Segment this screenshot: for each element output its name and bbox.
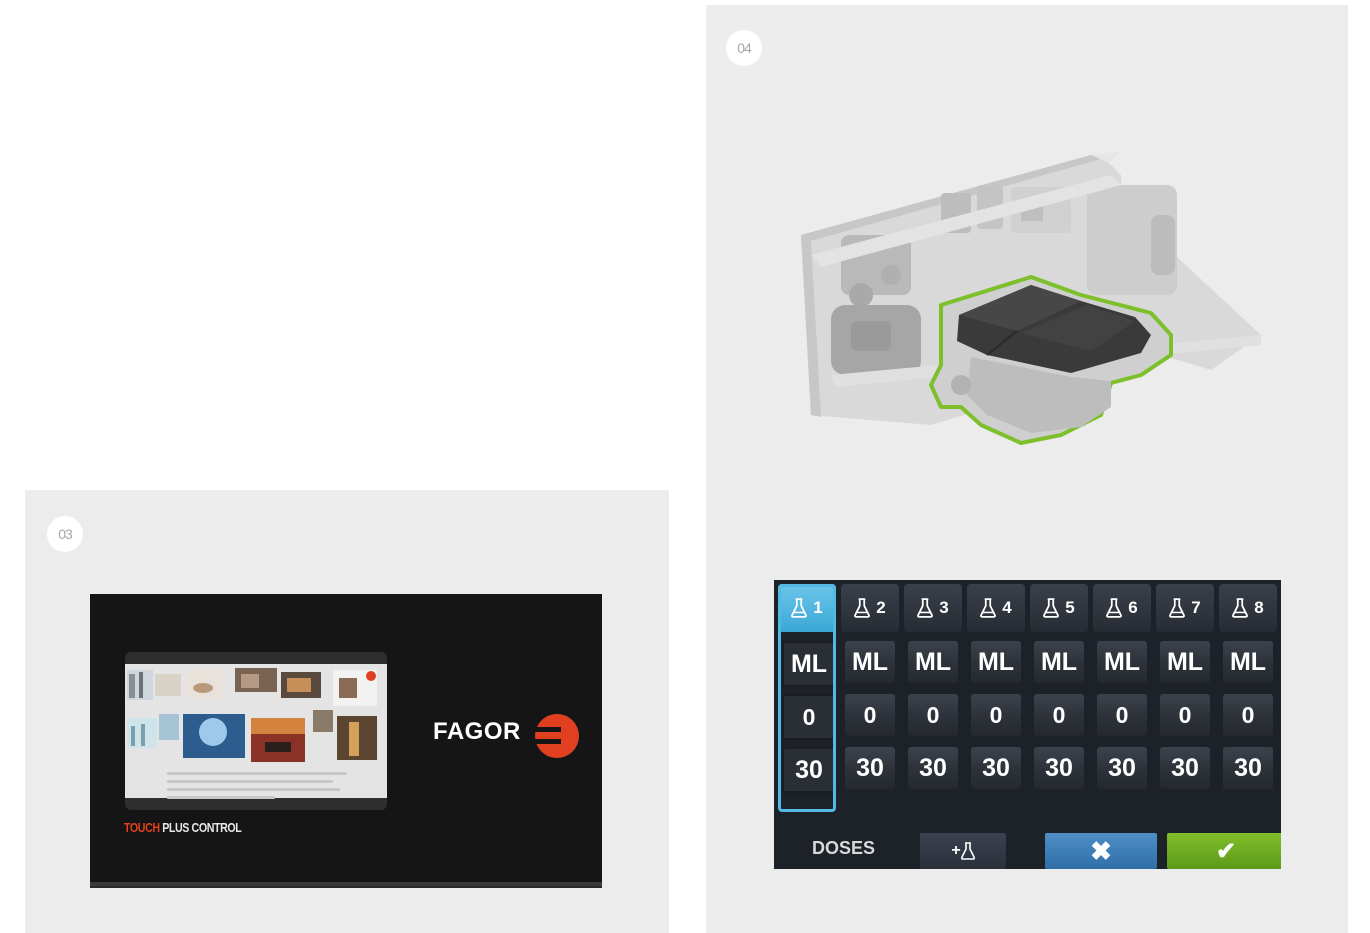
doses-label: DOSES [812, 838, 876, 858]
value-cell-a[interactable]: 0 [1223, 694, 1273, 736]
product-subtitle: TOUCH PLUS CONTROL [124, 820, 242, 835]
dose-column-header[interactable]: 2 [841, 584, 899, 632]
value-cell-b[interactable]: 30 [845, 747, 895, 789]
step-badge-04: 04 [726, 30, 762, 66]
dose-column-7[interactable]: 7 ML 0 30 [1156, 584, 1216, 812]
add-label: + [951, 842, 961, 859]
value-cell-a[interactable]: 0 [1097, 694, 1147, 736]
screen-preview-image [125, 652, 387, 810]
step-badge-03: 03 [47, 516, 83, 552]
dose-column-header[interactable]: 6 [1093, 584, 1151, 632]
flask-icon [1169, 598, 1186, 618]
subtitle-touch: TOUCH [124, 820, 160, 835]
fagor-logo-icon [533, 714, 579, 758]
control-screen: FAGOR TOUCH PLUS CONTROL [90, 594, 602, 886]
value-cell-a[interactable]: 0 [782, 694, 836, 740]
flask-icon [791, 598, 808, 618]
value-cell-b[interactable]: 30 [1097, 747, 1147, 789]
unit-cell[interactable]: ML [1097, 641, 1147, 683]
unit-cell[interactable]: ML [845, 641, 895, 683]
dose-column-4[interactable]: 4 ML 0 30 [967, 584, 1027, 812]
value-cell-b[interactable]: 30 [908, 747, 958, 789]
value-cell-b[interactable]: 30 [782, 747, 836, 793]
flask-icon [854, 598, 871, 618]
dose-column-header[interactable]: 7 [1156, 584, 1214, 632]
flask-icon [1106, 598, 1123, 618]
screen-bottom-edge [90, 882, 602, 886]
dose-column-5[interactable]: 5 ML 0 30 [1030, 584, 1090, 812]
cancel-button[interactable]: ✖ [1045, 833, 1157, 869]
flask-icon [960, 842, 975, 860]
column-number: 6 [1128, 598, 1138, 617]
panel-03: 03 FAGOR TOUCH PLUS CONTROL [25, 490, 669, 933]
panel-04: 04 1 ML 0 30 2 ML 0 30 3 ML 0 30 4 ML 0 30 5 ML [706, 5, 1348, 933]
dose-column-6[interactable]: 6 ML 0 30 [1093, 584, 1153, 812]
column-number: 3 [939, 598, 949, 617]
dose-column-3[interactable]: 3 ML 0 30 [904, 584, 964, 812]
close-icon: ✖ [1090, 835, 1112, 866]
add-dose-button[interactable]: + [920, 833, 1006, 869]
column-number: 4 [1002, 598, 1012, 617]
flask-icon [980, 598, 997, 618]
dose-column-8[interactable]: 8 ML 0 30 [1219, 584, 1279, 812]
flask-icon [1043, 598, 1060, 618]
dose-column-header[interactable]: 4 [967, 584, 1025, 632]
dose-column-1[interactable]: 1 ML 0 30 [778, 584, 838, 812]
dose-column-header[interactable]: 8 [1219, 584, 1277, 632]
column-number: 2 [876, 598, 886, 617]
dose-column-2[interactable]: 2 ML 0 30 [841, 584, 901, 812]
unit-cell[interactable]: ML [782, 641, 836, 687]
fagor-logo-text: FAGOR [433, 718, 521, 745]
caption-text-lines [167, 772, 347, 804]
detergent-module-illustration [801, 151, 1261, 445]
doses-control-panel: 1 ML 0 30 2 ML 0 30 3 ML 0 30 4 ML 0 30 5 ML 0 30 6 ML 0 30 7 ML 0… [774, 580, 1281, 869]
value-cell-a[interactable]: 0 [908, 694, 958, 736]
unit-cell[interactable]: ML [971, 641, 1021, 683]
value-cell-b[interactable]: 30 [971, 747, 1021, 789]
flask-icon [1232, 598, 1249, 618]
unit-cell[interactable]: ML [1223, 641, 1273, 683]
value-cell-a[interactable]: 0 [971, 694, 1021, 736]
flask-icon [917, 598, 934, 618]
value-cell-b[interactable]: 30 [1160, 747, 1210, 789]
value-cell-b[interactable]: 30 [1034, 747, 1084, 789]
value-cell-a[interactable]: 0 [1160, 694, 1210, 736]
column-number: 8 [1254, 598, 1264, 617]
confirm-button[interactable]: ✔ [1167, 833, 1281, 869]
subtitle-plus-control: PLUS CONTROL [159, 820, 242, 835]
dose-column-header[interactable]: 1 [778, 584, 836, 632]
dose-column-header[interactable]: 3 [904, 584, 962, 632]
column-number: 1 [813, 598, 823, 617]
value-cell-a[interactable]: 0 [845, 694, 895, 736]
value-cell-b[interactable]: 30 [1223, 747, 1273, 789]
unit-cell[interactable]: ML [908, 641, 958, 683]
value-cell-a[interactable]: 0 [1034, 694, 1084, 736]
column-number: 7 [1191, 598, 1201, 617]
unit-cell[interactable]: ML [1160, 641, 1210, 683]
unit-cell[interactable]: ML [1034, 641, 1084, 683]
column-number: 5 [1065, 598, 1075, 617]
dose-column-header[interactable]: 5 [1030, 584, 1088, 632]
check-icon: ✔ [1215, 837, 1237, 865]
